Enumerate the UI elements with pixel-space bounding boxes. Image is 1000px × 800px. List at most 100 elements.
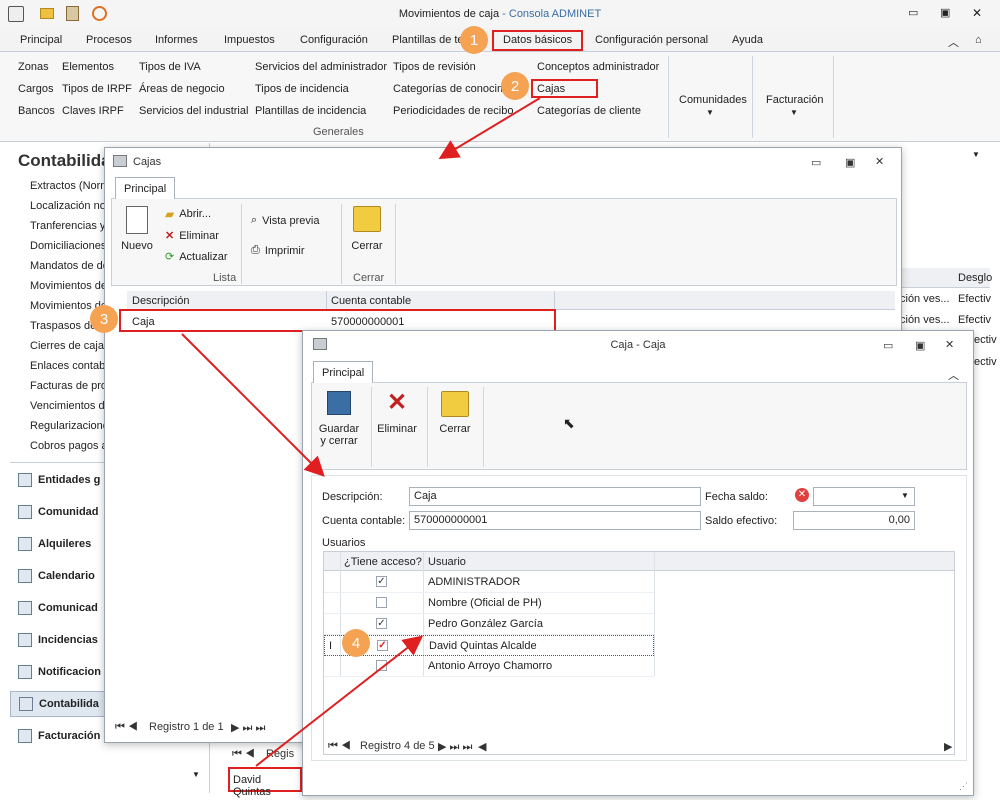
side-item-domiciliaciones[interactable]: Domiciliaciones: [30, 240, 106, 252]
nav-more-icon[interactable]: ▼: [192, 770, 200, 779]
menu-configuracion[interactable]: Configuración: [300, 34, 368, 46]
collapse-ribbon-icon[interactable]: ︿: [948, 34, 959, 50]
caja-eliminar-button[interactable]: ✕ Eliminar: [375, 391, 419, 436]
home-icon[interactable]: ⌂: [975, 34, 982, 46]
fecha-saldo-input[interactable]: [813, 487, 915, 506]
users-col-usuario[interactable]: Usuario: [428, 556, 466, 568]
side-item-cobros[interactable]: Cobros pagos a: [30, 440, 108, 452]
cajas-col-cuenta[interactable]: Cuenta contable: [331, 295, 411, 307]
bg-pager-first-icon[interactable]: ⏮ ◀: [232, 748, 255, 761]
ribbon-bancos[interactable]: Bancos: [18, 105, 55, 117]
side-item-movimientos-1[interactable]: Movimientos de: [30, 280, 107, 292]
access-checkbox[interactable]: [376, 660, 387, 671]
caja-collapse-ribbon-icon[interactable]: ︿: [948, 367, 959, 383]
cajas-restore-button[interactable]: ▣: [845, 156, 855, 169]
cajas-pager-next-icon[interactable]: ▶ ⏭ ⏭: [231, 721, 265, 735]
ribbon-zonas[interactable]: Zonas: [18, 61, 49, 73]
menu-impuestos[interactable]: Impuestos: [224, 34, 275, 46]
nav-incidencias[interactable]: Incidencias: [18, 633, 98, 647]
ribbon-servicios-industrial[interactable]: Servicios del industrial: [139, 105, 248, 117]
cajas-tab-principal[interactable]: Principal: [115, 177, 176, 199]
ribbon-tipos-irpf[interactable]: Tipos de IRPF: [62, 83, 132, 95]
side-item-localizacion[interactable]: Localización nor: [30, 200, 110, 212]
side-item-mandatos[interactable]: Mandatos de de: [30, 260, 109, 272]
cajas-abrir-button[interactable]: ▰ Abrir...: [165, 207, 211, 221]
menu-principal[interactable]: Principal: [20, 34, 62, 46]
menu-informes[interactable]: Informes: [155, 34, 198, 46]
cajas-close-button[interactable]: ✕: [875, 155, 884, 168]
bg-footer-user[interactable]: David Quintas: [228, 767, 302, 798]
user-row[interactable]: Nombre (Oficial de PH): [324, 593, 654, 614]
caja-cerrar-button[interactable]: Cerrar: [433, 391, 477, 435]
menu-configuracion-personal[interactable]: Configuración personal: [595, 34, 708, 46]
ribbon-servicios-administrador[interactable]: Servicios del administrador: [255, 61, 387, 73]
descripcion-input[interactable]: Caja: [409, 487, 701, 506]
nav-alquileres[interactable]: Alquileres: [18, 537, 91, 551]
nav-entidades[interactable]: Entidades g: [18, 473, 100, 487]
ribbon-tipos-revision[interactable]: Tipos de revisión: [393, 61, 476, 73]
side-item-cierres[interactable]: Cierres de caja: [30, 340, 104, 352]
ribbon-periodicidades[interactable]: Periodicidades de recibo: [393, 105, 513, 117]
cajas-minimize-button[interactable]: ▭: [811, 156, 821, 169]
side-item-transferencias[interactable]: Tranferencias y: [30, 220, 105, 232]
ribbon-areas-negocio[interactable]: Áreas de negocio: [139, 83, 225, 95]
date-dropdown-icon[interactable]: ▼: [901, 491, 909, 500]
side-item-enlaces[interactable]: Enlaces contab: [30, 360, 105, 372]
access-checkbox[interactable]: [376, 597, 387, 608]
cajas-cerrar-button[interactable]: Cerrar: [347, 206, 387, 252]
cuenta-input[interactable]: 570000000001: [409, 511, 701, 530]
nav-facturacion[interactable]: Facturación: [18, 729, 100, 743]
users-scroll-left-icon[interactable]: ◀: [478, 740, 486, 753]
user-row-selected[interactable]: I ✓ David Quintas Alcalde: [324, 635, 654, 656]
close-button[interactable]: ✕: [972, 6, 982, 20]
caja-minimize-button[interactable]: ▭: [883, 339, 893, 352]
users-pager-nav-icon[interactable]: ⏮ ◀: [328, 740, 351, 753]
side-item-regularizaciones[interactable]: Regularizacione: [30, 420, 109, 432]
ribbon-conceptos-admin[interactable]: Conceptos administrador: [537, 61, 659, 73]
user-row[interactable]: ✓ ADMINISTRADOR: [324, 572, 654, 593]
caja-guardar-button[interactable]: Guardar y cerrar: [317, 391, 361, 447]
ribbon-comunidades[interactable]: Comunidades: [679, 94, 747, 106]
ribbon-facturacion[interactable]: Facturación: [766, 94, 823, 106]
collapse-panel-icon[interactable]: ▼: [972, 150, 980, 159]
side-item-traspasos[interactable]: Traspasos de: [30, 320, 96, 332]
access-checkbox[interactable]: ✓: [377, 640, 388, 651]
nav-notificaciones[interactable]: Notificacion: [18, 665, 101, 679]
cajas-col-descripcion[interactable]: Descripción: [132, 295, 189, 307]
menu-plantillas[interactable]: Plantillas de te: [392, 34, 464, 46]
ribbon-plantillas-incidencia[interactable]: Plantillas de incidencia: [255, 105, 366, 117]
ribbon-tipos-incidencia[interactable]: Tipos de incidencia: [255, 83, 349, 95]
side-item-facturas[interactable]: Facturas de pro: [30, 380, 107, 392]
ribbon-tipos-iva[interactable]: Tipos de IVA: [139, 61, 201, 73]
cajas-pager-nav-icon[interactable]: ⏮ ◀: [115, 721, 138, 734]
saldo-efectivo-input[interactable]: 0,00: [793, 511, 915, 530]
caja-restore-button[interactable]: ▣: [915, 339, 925, 352]
ribbon-categorias-cliente[interactable]: Categorías de cliente: [537, 105, 641, 117]
user-row[interactable]: ✓ Pedro González García: [324, 614, 654, 635]
nav-calendario[interactable]: Calendario: [18, 569, 95, 583]
side-item-extractos[interactable]: Extractos (Norm: [30, 180, 109, 192]
minimize-button[interactable]: ▭: [908, 6, 918, 19]
menu-ayuda[interactable]: Ayuda: [732, 34, 763, 46]
cajas-nuevo-button[interactable]: Nuevo: [117, 206, 157, 252]
access-checkbox[interactable]: ✓: [376, 618, 387, 629]
cajas-actualizar-button[interactable]: ⟳ Actualizar: [165, 250, 228, 264]
menu-procesos[interactable]: Procesos: [86, 34, 132, 46]
ribbon-categorias-conocim[interactable]: Categorías de conocim: [393, 83, 506, 95]
resize-grip-icon[interactable]: ⋰: [959, 781, 968, 792]
restore-button[interactable]: ▣: [940, 6, 950, 19]
user-row[interactable]: Antonio Arroyo Chamorro: [324, 656, 654, 677]
ribbon-claves-irpf[interactable]: Claves IRPF: [62, 105, 124, 117]
comunidades-dropdown-icon[interactable]: ▼: [706, 108, 714, 117]
side-item-vencimientos[interactable]: Vencimientos de: [30, 400, 111, 412]
access-checkbox[interactable]: ✓: [376, 576, 387, 587]
users-col-acceso[interactable]: ¿Tiene acceso?: [344, 556, 422, 568]
users-scroll-right-icon[interactable]: ▶: [944, 740, 952, 753]
cajas-vista-previa-button[interactable]: ⌕ Vista previa: [251, 214, 319, 227]
cajas-imprimir-button[interactable]: ⎙ Imprimir: [251, 244, 305, 257]
nav-comunidad[interactable]: Comunidad: [18, 505, 99, 519]
caja-close-button[interactable]: ✕: [945, 338, 954, 351]
nav-comunicados[interactable]: Comunicad: [18, 601, 98, 615]
ribbon-cargos[interactable]: Cargos: [18, 83, 53, 95]
cajas-eliminar-button[interactable]: ✕ Eliminar: [165, 229, 219, 243]
